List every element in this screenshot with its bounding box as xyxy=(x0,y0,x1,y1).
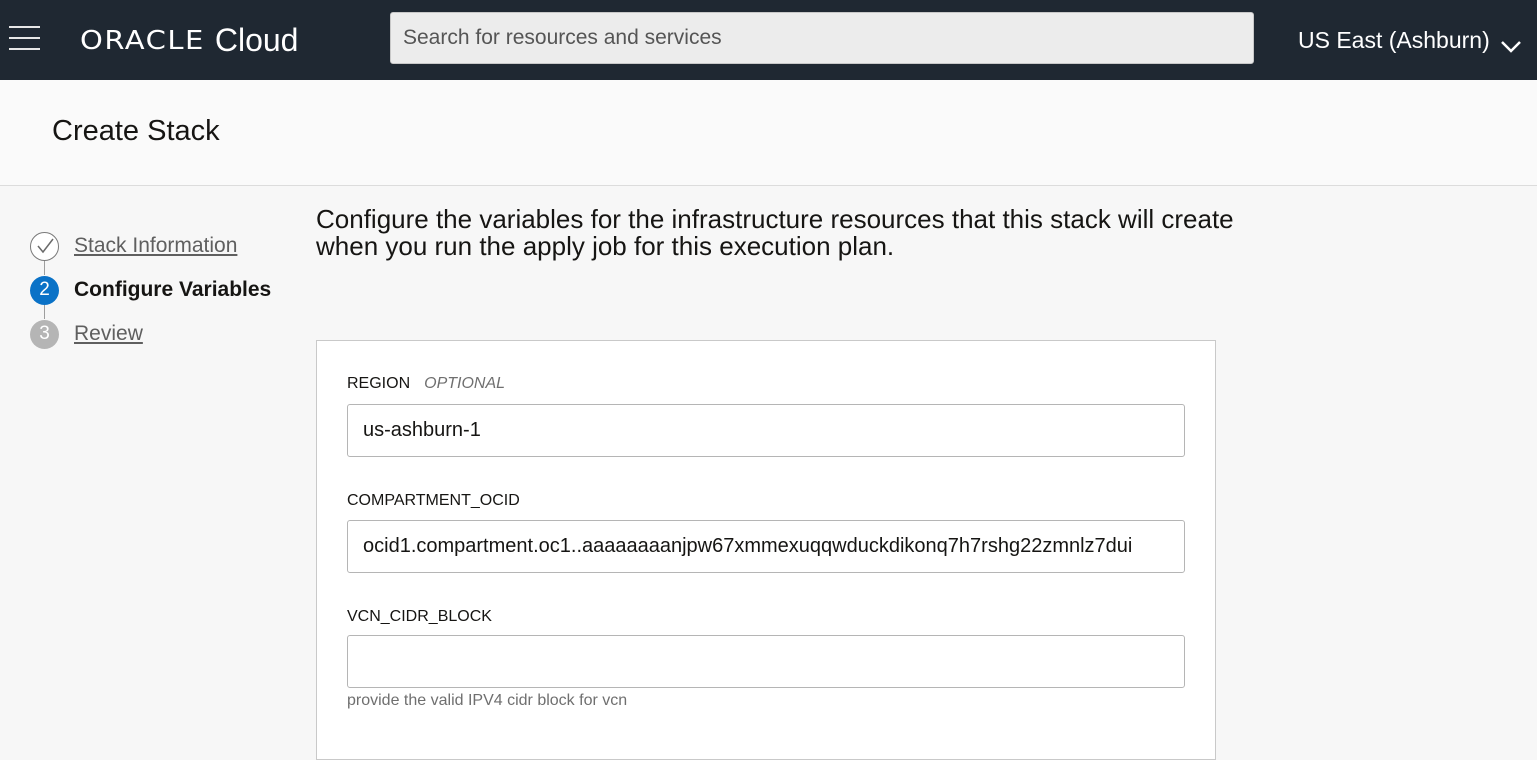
field-label-text: REGION xyxy=(347,375,411,392)
step-connector xyxy=(44,260,45,275)
search-input[interactable] xyxy=(390,12,1254,64)
step-label[interactable]: Review xyxy=(74,322,143,346)
compartment-ocid-field-label: COMPARTMENT_OCID xyxy=(347,492,520,510)
check-circle-icon xyxy=(30,231,59,261)
top-navigation-bar: ORACLE Cloud US East (Ashburn) xyxy=(0,0,1537,80)
configure-variables-intro: Configure the variables for the infrastr… xyxy=(316,204,1234,261)
step-connector xyxy=(44,304,45,319)
oracle-cloud-logo[interactable]: ORACLE Cloud xyxy=(80,18,298,62)
page-title: Create Stack xyxy=(52,115,220,147)
step-label: Configure Variables xyxy=(74,278,272,301)
logo-product: Cloud xyxy=(214,21,299,58)
variables-panel: REGION OPTIONAL COMPARTMENT_OCID VCN_CIDR… xyxy=(316,340,1216,760)
logo-brand: ORACLE xyxy=(80,25,205,55)
step-review[interactable]: 3 Review xyxy=(30,319,143,349)
vcn-cidr-block-input[interactable] xyxy=(347,635,1185,688)
region-label: US East (Ashburn) xyxy=(1298,26,1490,53)
page-header: Create Stack xyxy=(0,80,1537,186)
optional-tag: OPTIONAL xyxy=(424,375,506,392)
compartment-ocid-input[interactable] xyxy=(347,520,1185,573)
region-selector[interactable]: US East (Ashburn) xyxy=(1298,20,1522,60)
step-label[interactable]: Stack Information xyxy=(74,234,237,258)
vcn-cidr-block-field-label: VCN_CIDR_BLOCK xyxy=(347,608,492,626)
step-number: 2 xyxy=(30,275,59,305)
region-input[interactable] xyxy=(347,404,1185,457)
vcn-cidr-help-text: provide the valid IPV4 cidr block for vc… xyxy=(347,692,628,709)
step-configure-variables: 2 Configure Variables xyxy=(30,275,271,305)
step-stack-information[interactable]: Stack Information xyxy=(30,231,237,261)
hamburger-menu-icon[interactable] xyxy=(9,26,40,50)
chevron-down-icon xyxy=(1500,33,1522,53)
step-number: 3 xyxy=(30,319,59,349)
field-label-text: COMPARTMENT_OCID xyxy=(347,492,520,509)
region-field-label: REGION OPTIONAL xyxy=(347,375,505,393)
field-label-text: VCN_CIDR_BLOCK xyxy=(347,608,492,625)
